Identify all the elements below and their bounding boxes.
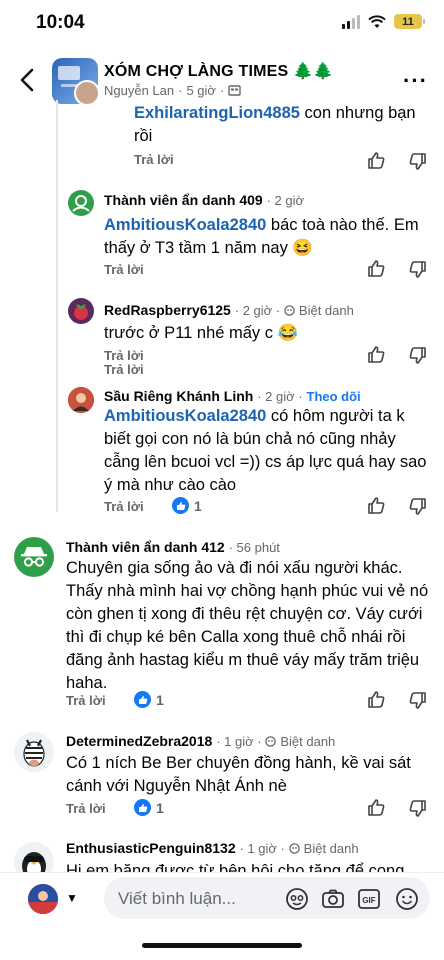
dislike-thumb-icon[interactable]: [408, 799, 428, 819]
reaction-count[interactable]: 1: [172, 497, 202, 514]
chevron-down-icon[interactable]: ▼: [66, 891, 78, 905]
nickname-badge-icon: [284, 305, 295, 316]
comment-input-placeholder: Viết bình luận...: [118, 889, 236, 908]
comment-input[interactable]: Viết bình luận... GIF: [104, 877, 430, 919]
comment-body: AmbitiousKoala2840 có hôm người ta k biế…: [104, 407, 427, 494]
like-thumb-icon[interactable]: [366, 344, 386, 364]
comment-author[interactable]: RedRaspberry6125 · 2 giờ · Biệt danh: [104, 302, 354, 318]
raspberry-icon: [74, 304, 88, 320]
anonymous-avatar[interactable]: [14, 537, 54, 577]
like-thumb-icon[interactable]: [366, 797, 386, 817]
like-count: 1: [156, 799, 164, 816]
nickname-badge-icon: [289, 843, 300, 854]
reply-button[interactable]: Trả lời: [66, 801, 106, 816]
like-reaction-icon: [172, 497, 189, 514]
reply-button[interactable]: Trả lời: [104, 348, 144, 363]
my-avatar[interactable]: [28, 884, 58, 914]
comment-author[interactable]: DeterminedZebra2018 · 1 giờ · Biệt danh: [66, 733, 335, 749]
reaction-count[interactable]: 1: [134, 799, 164, 816]
comment-body: trước ở P11 nhé mấy c 😂: [104, 324, 299, 342]
follow-button[interactable]: Theo dõi: [307, 389, 361, 404]
svg-text:GIF: GIF: [362, 896, 375, 905]
mention-link[interactable]: AmbitiousKoala2840: [104, 407, 266, 425]
dislike-thumb-icon[interactable]: [408, 497, 428, 517]
dislike-thumb-icon[interactable]: [408, 346, 428, 366]
home-indicator[interactable]: [142, 943, 302, 948]
reply-button[interactable]: Trả lời: [66, 693, 106, 708]
nickname-badge-icon: [265, 736, 277, 747]
reply-button[interactable]: Trả lời: [104, 499, 144, 514]
user-avatar[interactable]: [68, 387, 94, 413]
like-count: 1: [156, 691, 164, 708]
nickname-tag: Biệt danh: [280, 734, 336, 749]
comment-body: Hi em băng được từ bên hội cho tặng để c…: [66, 862, 405, 872]
comment-actions-layer: Trả lời RedRaspberry6125 · 2 giờ · Biệt …: [0, 0, 444, 872]
like-reaction-icon: [134, 799, 151, 816]
comment-body: Chuyên gia sống ảo và đi nói xấu người k…: [66, 559, 429, 692]
camera-icon[interactable]: [320, 886, 346, 912]
emoji-icon[interactable]: [394, 886, 420, 912]
comment-body: Có 1 ních Be Ber chuyên đồng hành, kề va…: [66, 754, 411, 795]
dislike-thumb-icon[interactable]: [408, 691, 428, 711]
zebra-avatar[interactable]: [14, 732, 54, 772]
nickname-tag: Biệt danh: [298, 303, 354, 318]
like-thumb-icon[interactable]: [366, 258, 386, 278]
profile-photo: [28, 884, 58, 914]
nickname-tag: Biệt danh: [303, 841, 359, 856]
profile-photo: [68, 387, 94, 413]
comment-item-clipped: EnthusiasticPenguin8132 · 1 giờ · Biệt d…: [0, 836, 444, 872]
gif-icon[interactable]: GIF: [356, 886, 382, 912]
reaction-count[interactable]: 1: [134, 691, 164, 708]
raspberry-avatar[interactable]: [68, 298, 94, 324]
like-count: 1: [194, 497, 202, 514]
incognito-icon: [21, 547, 47, 567]
penguin-avatar[interactable]: [14, 842, 54, 872]
reply-button[interactable]: Trả lời: [104, 262, 144, 277]
zebra-icon: [23, 739, 45, 767]
dislike-thumb-icon[interactable]: [408, 260, 428, 280]
like-thumb-icon[interactable]: [366, 689, 386, 709]
like-reaction-icon: [134, 691, 151, 708]
comment-author[interactable]: Sầu Riêng Khánh Linh · 2 giờ · Theo dõi: [104, 388, 361, 404]
avatar-sticker-icon[interactable]: [284, 886, 310, 912]
comment-author[interactable]: Thành viên ẩn danh 412 · 56 phút: [66, 539, 280, 555]
like-thumb-icon[interactable]: [366, 495, 386, 515]
comment-author[interactable]: EnthusiasticPenguin8132 · 1 giờ · Biệt d…: [66, 840, 359, 856]
penguin-icon: [22, 852, 46, 872]
